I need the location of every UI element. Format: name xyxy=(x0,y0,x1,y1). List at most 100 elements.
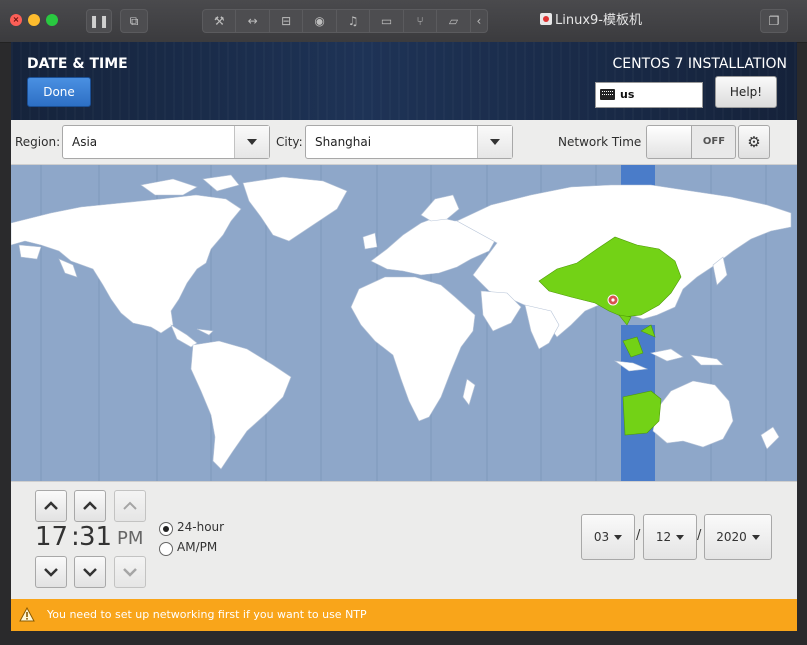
minute-display: 31 xyxy=(79,522,113,552)
world-map-svg[interactable] xyxy=(11,165,797,481)
chevron-down-icon xyxy=(123,568,137,577)
window-restore-icon: ❐ xyxy=(768,14,780,28)
month-value: 03 xyxy=(593,530,610,544)
hour-up-button[interactable] xyxy=(35,490,67,522)
shared-folder-button[interactable]: ▱ xyxy=(437,10,471,32)
south-america xyxy=(190,340,292,470)
vm-device-toolbar: ⚒ ↔ ⊟ ◉ ♫ ▭ ⑂ ▱ ‹ xyxy=(202,9,488,33)
vm-window-title: Linux9-模板机 xyxy=(540,0,642,42)
format-24hour-radio[interactable] xyxy=(159,522,173,536)
timezone-map[interactable] xyxy=(11,165,797,481)
day-value: 12 xyxy=(655,530,672,544)
minute-up-button[interactable] xyxy=(74,490,106,522)
usb-button[interactable]: ⑂ xyxy=(404,10,438,32)
suspend-button[interactable]: ❚❚ xyxy=(86,9,112,33)
sound-button[interactable]: ♫ xyxy=(337,10,371,32)
vm-app-icon xyxy=(540,13,552,25)
wrench-icon: ⚒ xyxy=(213,14,225,28)
network-arrows-button[interactable]: ↔ xyxy=(236,10,270,32)
camera-button[interactable]: ◉ xyxy=(303,10,337,32)
city-label: City: xyxy=(276,135,303,149)
ampm-display: PM xyxy=(117,528,144,549)
installer-header: DATE & TIME Done CENTOS 7 INSTALLATION u… xyxy=(11,42,797,120)
warning-icon xyxy=(19,607,35,622)
keyboard-layout-text: us xyxy=(620,88,635,101)
format-ampm-radio[interactable] xyxy=(159,542,173,556)
snapshot-icon: ⧉ xyxy=(129,14,139,28)
region-combo[interactable]: Asia xyxy=(62,125,270,159)
collapse-toolbar-button[interactable]: ‹ xyxy=(471,10,487,32)
warning-text: You need to set up networking first if y… xyxy=(47,608,367,621)
done-button[interactable]: Done xyxy=(27,77,91,107)
chevron-down-icon xyxy=(676,535,685,540)
snapshot-button[interactable]: ⧉ xyxy=(120,9,148,33)
help-button[interactable]: Help! xyxy=(715,76,777,108)
video-icon: ▭ xyxy=(380,14,393,28)
year-combo[interactable]: 2020 xyxy=(704,514,772,560)
network-icon: ↔ xyxy=(247,14,258,28)
chevron-down-icon xyxy=(477,126,512,158)
city-combo[interactable]: Shanghai xyxy=(305,125,513,159)
chevron-down-icon xyxy=(234,126,269,158)
north-america xyxy=(11,194,242,334)
chevron-down-icon xyxy=(751,535,760,540)
ampm-down-button[interactable] xyxy=(114,556,146,588)
keyboard-icon xyxy=(600,89,615,100)
region-label: Region: xyxy=(15,135,61,149)
keyboard-layout-indicator[interactable]: us xyxy=(595,82,703,108)
switch-knob xyxy=(647,126,692,158)
installer-screen: DATE & TIME Done CENTOS 7 INSTALLATION u… xyxy=(11,42,797,631)
format-24hour-label[interactable]: 24-hour xyxy=(177,520,224,534)
date-separator: / xyxy=(636,528,641,543)
webcam-icon: ◉ xyxy=(314,14,325,28)
hour-display: 17 xyxy=(35,522,69,552)
disk-button[interactable]: ⊟ xyxy=(270,10,304,32)
hard-disk-icon: ⊟ xyxy=(281,14,292,28)
time-date-panel: 17 : 31 PM 24-hour AM/PM 03 / 12 / 2020 xyxy=(11,481,797,600)
day-combo[interactable]: 12 xyxy=(643,514,697,560)
network-time-switch[interactable]: OFF xyxy=(646,125,736,159)
usb-icon: ⑂ xyxy=(416,14,424,28)
vm-title-text: Linux9-模板机 xyxy=(555,13,642,28)
close-window-button[interactable]: × xyxy=(10,14,22,26)
video-button[interactable]: ▭ xyxy=(370,10,404,32)
year-value: 2020 xyxy=(716,530,747,544)
date-separator: / xyxy=(697,528,702,543)
speaker-icon: ♫ xyxy=(347,14,359,28)
fullscreen-button[interactable]: ❐ xyxy=(760,9,788,33)
chevron-left-icon: ‹ xyxy=(476,14,482,28)
chevron-down-icon xyxy=(614,535,623,540)
product-title: CENTOS 7 INSTALLATION xyxy=(612,56,787,72)
chevron-up-icon xyxy=(83,501,97,510)
month-combo[interactable]: 03 xyxy=(581,514,635,560)
timezone-toolbar: Region: Asia City: Shanghai Network Time… xyxy=(11,120,797,165)
city-pin-icon[interactable] xyxy=(607,294,619,306)
hour-down-button[interactable] xyxy=(35,556,67,588)
close-icon: × xyxy=(12,15,20,24)
zoom-window-button[interactable] xyxy=(46,14,58,26)
continents xyxy=(11,174,792,470)
region-value: Asia xyxy=(72,135,98,149)
ntp-warning-bar: You need to set up networking first if y… xyxy=(11,599,797,631)
gears-icon: ⚙ xyxy=(747,133,761,151)
vm-titlebar: × ❚❚ ⧉ ⚒ ↔ ⊟ ◉ ♫ ▭ ⑂ ▱ ‹ Linux9-模板机 ❐ xyxy=(0,0,807,43)
greenland xyxy=(242,176,348,242)
chevron-down-icon xyxy=(83,568,97,577)
folder-icon: ▱ xyxy=(448,14,459,28)
australia xyxy=(652,380,734,448)
ampm-up-button[interactable] xyxy=(114,490,146,522)
ntp-config-button[interactable]: ⚙ xyxy=(738,125,770,159)
minute-down-button[interactable] xyxy=(74,556,106,588)
network-time-label: Network Time xyxy=(558,135,642,149)
city-value: Shanghai xyxy=(315,135,372,149)
chevron-up-icon xyxy=(44,501,58,510)
settings-wrench-button[interactable]: ⚒ xyxy=(203,10,237,32)
africa xyxy=(350,276,476,422)
switch-state: OFF xyxy=(702,136,726,147)
minimize-window-button[interactable] xyxy=(28,14,40,26)
page-title: DATE & TIME xyxy=(27,56,128,72)
chevron-down-icon xyxy=(44,568,58,577)
pause-icon: ❚❚ xyxy=(88,14,110,28)
format-ampm-label[interactable]: AM/PM xyxy=(177,540,217,554)
chevron-up-icon xyxy=(123,501,137,510)
